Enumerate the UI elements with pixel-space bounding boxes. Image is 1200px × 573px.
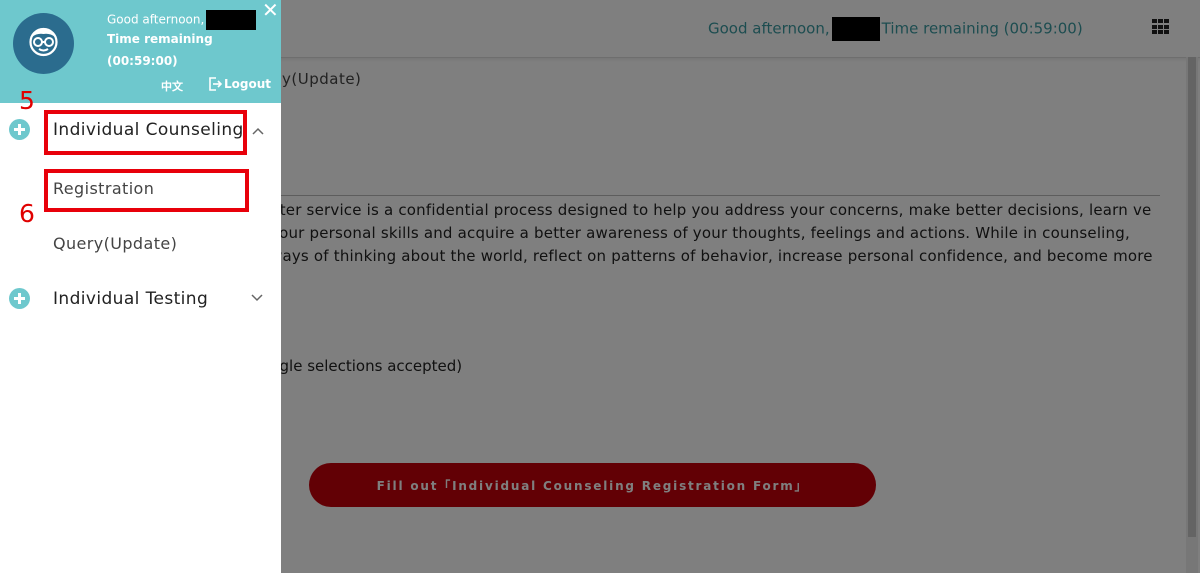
- logout-label: Logout: [224, 77, 272, 91]
- expand-plus-icon-testing[interactable]: [9, 288, 30, 309]
- drawer-greeting-text: Good afternoon,: [107, 12, 205, 27]
- submenu-item-query-update[interactable]: Query(Update): [53, 234, 177, 253]
- expand-plus-icon[interactable]: [9, 119, 30, 140]
- side-drawer: Good afternoon, Time remaining (00:59:00…: [0, 0, 281, 573]
- drawer-time-value: (00:59:00): [107, 54, 178, 68]
- chevron-up-icon[interactable]: [251, 126, 265, 136]
- drawer-redacted-name: [206, 10, 257, 30]
- step-6-annotation: 6: [19, 199, 35, 228]
- user-avatar: [13, 13, 74, 74]
- highlight-box-step-6: [44, 169, 249, 212]
- drawer-greeting: Good afternoon,: [107, 10, 258, 30]
- step-5-annotation: 5: [19, 86, 35, 115]
- user-glasses-icon: [29, 27, 58, 57]
- language-switch[interactable]: 中文: [161, 78, 183, 94]
- logout-icon: [209, 77, 223, 91]
- highlight-box-step-5: [44, 110, 247, 155]
- chevron-down-icon[interactable]: [250, 292, 264, 302]
- close-icon[interactable]: ✕: [262, 0, 279, 20]
- menu-item-individual-testing[interactable]: Individual Testing: [53, 289, 208, 309]
- logout-button[interactable]: Logout: [209, 77, 271, 91]
- drawer-time-label: Time remaining: [107, 32, 213, 46]
- drawer-header: Good afternoon, Time remaining (00:59:00…: [0, 0, 281, 103]
